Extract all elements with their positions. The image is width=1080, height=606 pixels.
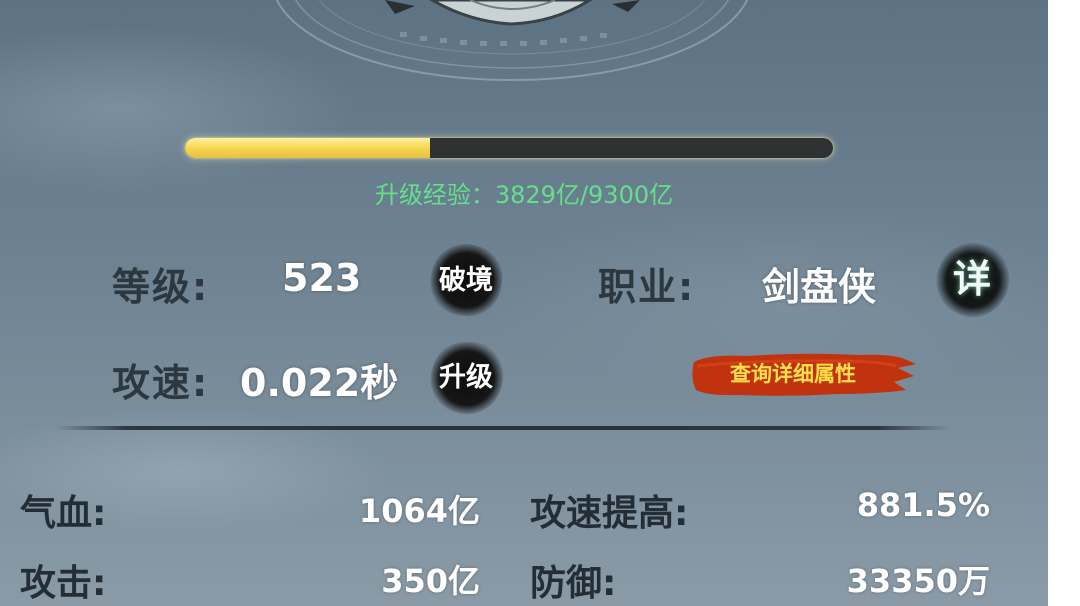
- character-panel: 升级经验：3829亿/9300亿 等级: 523 破境 职业: 剑盘侠 详 攻速…: [0, 0, 1048, 606]
- upgrade-button-label: 升级: [439, 362, 493, 392]
- exp-text-line: 升级经验：3829亿/9300亿: [0, 175, 1048, 210]
- attack-speed-bonus-label: 攻速提高:: [530, 493, 689, 534]
- class-value: 剑盘侠: [762, 265, 877, 309]
- detail-button-label: 详: [952, 259, 991, 301]
- defense-label: 防御:: [530, 563, 617, 604]
- query-button-label: 查询详细属性: [730, 363, 856, 386]
- section-divider: [55, 426, 950, 430]
- hp-label: 气血:: [20, 493, 107, 534]
- attack-speed-value: 0.022秒: [240, 361, 399, 405]
- magic-circle-emblem-icon: [275, 0, 749, 81]
- detail-button[interactable]: 详: [932, 240, 1012, 320]
- level-value: 523: [282, 256, 362, 300]
- exp-progress-bar: [185, 138, 833, 158]
- class-label: 职业:: [598, 265, 696, 309]
- right-edge-strip: [1048, 0, 1080, 606]
- attack-value: 350亿: [381, 562, 480, 600]
- attack-speed-bonus-value: 881.5%: [856, 486, 990, 524]
- exp-label: 升级经验：: [374, 181, 495, 209]
- attack-speed-label: 攻速:: [112, 361, 210, 405]
- breakthrough-button[interactable]: 破境: [426, 240, 506, 320]
- upgrade-button[interactable]: 升级: [426, 337, 506, 417]
- level-label: 等级:: [112, 265, 210, 309]
- defense-value: 33350万: [846, 562, 990, 600]
- exp-progress-fill: [185, 138, 431, 158]
- breakthrough-button-label: 破境: [439, 265, 493, 295]
- attack-label: 攻击:: [20, 563, 107, 604]
- hp-value: 1064亿: [358, 492, 480, 530]
- exp-value: 3829亿/9300亿: [494, 181, 674, 209]
- query-detailed-attributes-button[interactable]: 查询详细属性: [688, 344, 920, 406]
